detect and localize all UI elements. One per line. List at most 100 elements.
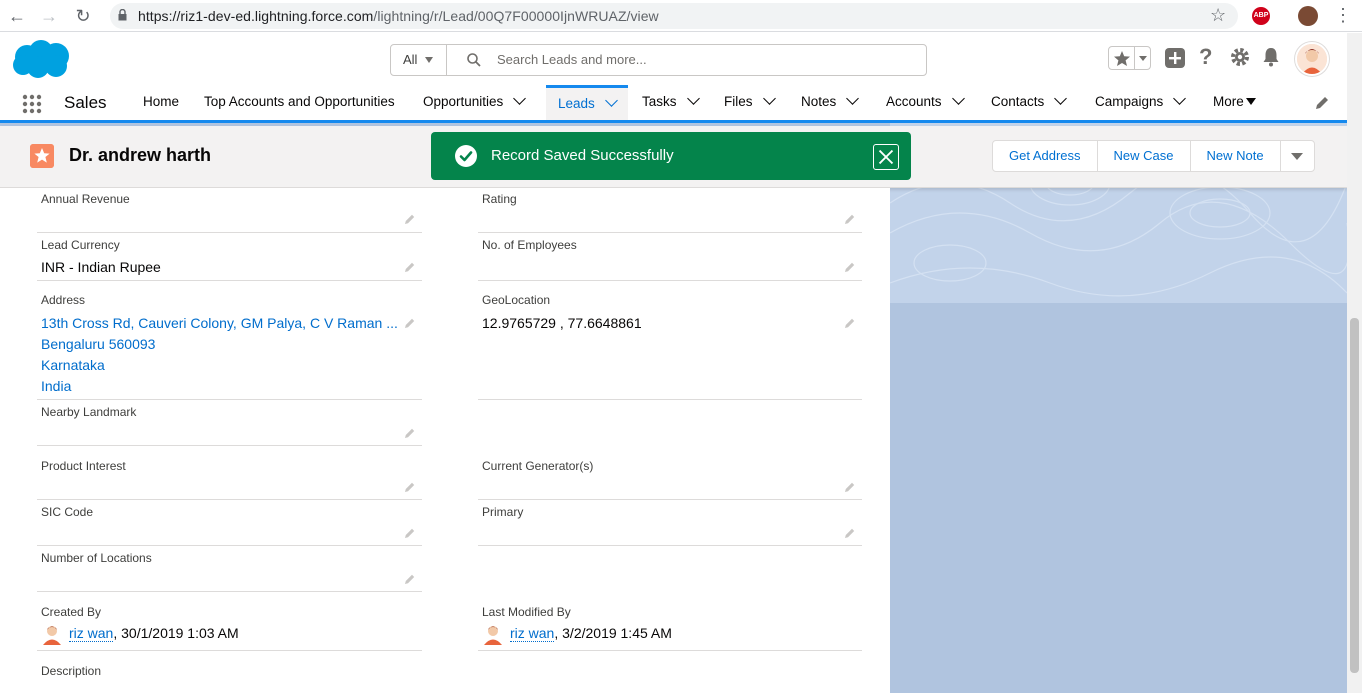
scrollbar-thumb[interactable]	[1350, 318, 1359, 673]
nav-item-notes[interactable]: Notes	[801, 85, 860, 120]
edit-pencil-icon[interactable]	[404, 481, 416, 493]
edit-pencil-icon[interactable]	[404, 317, 416, 329]
user-photo	[43, 626, 61, 645]
nav-item-contacts[interactable]: Contacts	[991, 85, 1068, 120]
edit-nav-pencil-icon[interactable]	[1314, 95, 1330, 111]
global-create-icon[interactable]	[1165, 48, 1185, 68]
search-input[interactable]: Search Leads and more...	[497, 52, 647, 67]
favorites-button[interactable]	[1108, 46, 1151, 70]
field-label: No. of Employees	[482, 238, 577, 252]
user-avatar[interactable]	[1295, 42, 1329, 76]
nav-item-leads[interactable]: Leads	[546, 85, 628, 120]
field-annual-revenue: Annual Revenue	[37, 188, 422, 233]
field-label: Description	[41, 664, 102, 678]
created-by-value: riz wan, 30/1/2019 1:03 AM	[69, 625, 239, 642]
field-product-interest: Product Interest	[37, 455, 422, 500]
nav-item-top-accounts[interactable]: Top Accounts and Opportunities	[204, 85, 395, 120]
address-city-link[interactable]: Bengaluru 560093	[41, 336, 155, 352]
edit-pencil-icon[interactable]	[404, 427, 416, 439]
record-title: Dr. andrew harth	[69, 145, 212, 165]
chevron-down-icon[interactable]	[513, 92, 527, 105]
last-modified-user-link[interactable]: riz wan	[510, 625, 555, 642]
chevron-down-icon[interactable]	[604, 94, 618, 107]
search-scope-label: All	[403, 52, 418, 67]
nav-item-label: Opportunities	[423, 94, 504, 109]
more-actions-button[interactable]	[1281, 141, 1314, 171]
global-search[interactable]: All Search Leads and more...	[390, 44, 927, 76]
browser-profile-avatar[interactable]	[1298, 6, 1318, 26]
reload-icon[interactable]: ↻	[72, 5, 94, 27]
edit-pencil-icon[interactable]	[844, 527, 856, 539]
gear-icon[interactable]	[1229, 46, 1251, 68]
field-label: Primary	[482, 505, 524, 519]
created-by-date: , 30/1/2019 1:03 AM	[113, 625, 239, 641]
created-by-user-link[interactable]: riz wan	[69, 625, 114, 642]
nav-item-files[interactable]: Files	[724, 85, 776, 120]
chevron-down-icon[interactable]	[1054, 92, 1068, 105]
new-note-button[interactable]: New Note	[1191, 141, 1281, 171]
page-scrollbar[interactable]	[1347, 33, 1362, 693]
field-label: Current Generator(s)	[482, 459, 594, 473]
chevron-down-icon[interactable]	[951, 92, 965, 105]
address-country-link[interactable]: India	[41, 378, 71, 394]
field-label: Number of Locations	[41, 551, 152, 565]
toast-message: Record Saved Successfully	[491, 147, 674, 164]
edit-pencil-icon[interactable]	[844, 213, 856, 225]
field-label: GeoLocation	[482, 293, 551, 307]
back-icon[interactable]: ←	[6, 5, 28, 27]
url-text[interactable]: https://riz1-dev-ed.lightning.force.com/…	[138, 8, 659, 24]
new-case-button[interactable]: New Case	[1098, 141, 1191, 171]
forward-icon[interactable]: →	[38, 5, 60, 27]
bell-icon[interactable]	[1262, 47, 1280, 67]
nav-item-label: Home	[143, 94, 180, 109]
field-label: Product Interest	[41, 459, 126, 473]
nav-item-tasks[interactable]: Tasks	[642, 85, 700, 120]
edit-pencil-icon[interactable]	[404, 261, 416, 273]
chevron-down-icon[interactable]	[686, 92, 700, 105]
get-address-button[interactable]: Get Address	[993, 141, 1098, 171]
nav-item-opportunities[interactable]: Opportunities	[423, 85, 527, 120]
salesforce-logo[interactable]	[10, 39, 72, 79]
url-path: /lightning/r/Lead/00Q7F00000IjnWRUAZ/vie…	[373, 8, 659, 24]
chevron-down-icon[interactable]	[846, 92, 860, 105]
edit-pencil-icon[interactable]	[844, 481, 856, 493]
last-modified-value: riz wan, 3/2/2019 1:45 AM	[510, 625, 672, 642]
close-icon[interactable]	[873, 144, 899, 170]
chevron-down-icon[interactable]	[1173, 92, 1187, 105]
field-address: Address 13th Cross Rd, Cauveri Colony, G…	[37, 289, 422, 400]
adblock-icon[interactable]: ABP	[1252, 7, 1270, 25]
success-check-icon	[455, 145, 477, 167]
field-label: SIC Code	[41, 505, 94, 519]
app-launcher-icon[interactable]	[22, 94, 42, 114]
field-label: Nearby Landmark	[41, 405, 137, 419]
field-description: Description	[37, 660, 862, 693]
app-navigation: Sales Home Top Accounts and Opportunitie…	[0, 85, 1362, 123]
chevron-down-icon[interactable]	[1139, 56, 1147, 61]
nav-item-label: Campaigns	[1095, 94, 1164, 109]
field-label: Created By	[41, 605, 102, 619]
edit-pencil-icon[interactable]	[404, 573, 416, 585]
last-modified-date: , 3/2/2019 1:45 AM	[554, 625, 672, 641]
edit-pencil-icon[interactable]	[844, 261, 856, 273]
edit-pencil-icon[interactable]	[404, 527, 416, 539]
address-street-link[interactable]: 13th Cross Rd, Cauveri Colony, GM Palya,…	[41, 315, 398, 331]
edit-pencil-icon[interactable]	[404, 213, 416, 225]
success-toast: Record Saved Successfully	[431, 132, 911, 180]
nav-item-more[interactable]: More	[1213, 85, 1256, 120]
global-header: All Search Leads and more... ?	[0, 33, 1362, 85]
nav-item-accounts[interactable]: Accounts	[886, 85, 965, 120]
nav-item-campaigns[interactable]: Campaigns	[1095, 85, 1187, 120]
bookmark-star-icon[interactable]: ☆	[1210, 5, 1226, 26]
edit-pencil-icon[interactable]	[844, 317, 856, 329]
field-lead-currency: Lead Currency INR - Indian Rupee	[37, 234, 422, 281]
search-scope-select[interactable]: All	[391, 45, 447, 75]
favorites-divider	[1134, 47, 1135, 69]
chevron-down-icon[interactable]	[762, 92, 776, 105]
nav-item-home[interactable]: Home	[143, 85, 179, 120]
browser-menu-icon[interactable]: ⋮	[1334, 5, 1352, 26]
lock-icon	[118, 9, 127, 21]
user-photo	[484, 626, 502, 645]
address-state-link[interactable]: Karnataka	[41, 357, 105, 373]
field-primary: Primary	[478, 501, 862, 546]
help-icon[interactable]: ?	[1199, 44, 1212, 70]
